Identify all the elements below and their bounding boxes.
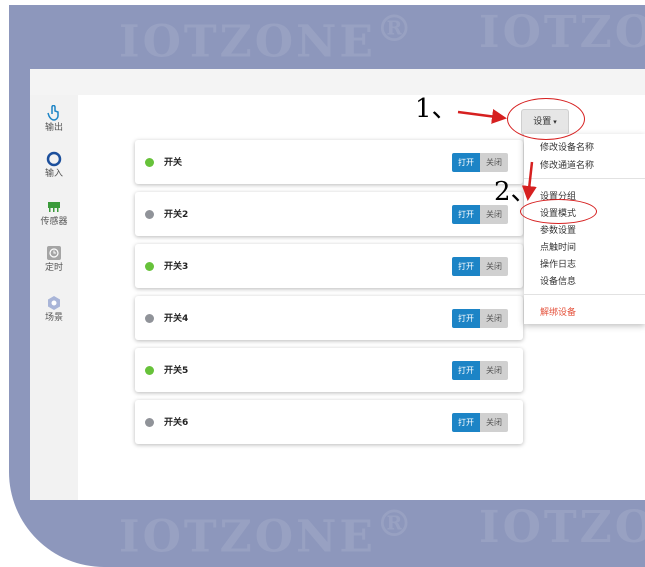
menu-item-unbind-device[interactable]: 解绑设备 — [540, 305, 576, 318]
menu-item-touch-time[interactable]: 点触时间 — [540, 240, 576, 253]
sensor-chip-icon — [30, 199, 78, 217]
switch-row: 开关2 打开 关闭 — [135, 192, 523, 236]
open-button[interactable]: 打开 — [452, 257, 480, 276]
menu-item-rename-device[interactable]: 修改设备名称 — [540, 140, 594, 153]
status-dot-on — [145, 366, 154, 375]
pointer-hand-icon — [30, 104, 78, 123]
open-button[interactable]: 打开 — [452, 205, 480, 224]
app-top-bar — [30, 69, 645, 95]
status-dot-off — [145, 314, 154, 323]
menu-divider — [524, 178, 645, 179]
sidebar: 输出 输入 传感器 定时 场景 — [30, 95, 78, 500]
watermark-top-right: IOTZONE — [479, 7, 645, 58]
switch-label: 开关6 — [164, 418, 189, 428]
open-button[interactable]: 打开 — [452, 153, 480, 172]
switch-label: 开关5 — [164, 366, 189, 376]
watermark-top: IOTZONE® — [119, 7, 416, 68]
status-dot-off — [145, 418, 154, 427]
circle-input-icon — [30, 151, 78, 169]
sidebar-item-scene[interactable]: 场景 — [30, 295, 78, 324]
switch-label: 开关4 — [164, 314, 189, 324]
switch-label: 开关 — [164, 158, 183, 168]
switch-row: 开关3 打开 关闭 — [135, 244, 523, 288]
open-button[interactable]: 打开 — [452, 413, 480, 432]
switch-row: 开关4 打开 关闭 — [135, 296, 523, 340]
close-button[interactable]: 关闭 — [480, 309, 508, 328]
sidebar-item-sensor[interactable]: 传感器 — [30, 199, 78, 228]
open-button[interactable]: 打开 — [452, 309, 480, 328]
step-1-label: 1、 — [415, 94, 458, 124]
status-dot-on — [145, 262, 154, 271]
open-button[interactable]: 打开 — [452, 361, 480, 380]
menu-item-operation-log[interactable]: 操作日志 — [540, 257, 576, 270]
switch-row: 开关6 打开 关闭 — [135, 400, 523, 444]
switch-label: 开关2 — [164, 210, 189, 220]
close-button[interactable]: 关闭 — [480, 361, 508, 380]
sidebar-item-timer[interactable]: 定时 — [30, 245, 78, 274]
settings-menu: 修改设备名称 修改通道名称 设置分组 设置模式 参数设置 点触时间 操作日志 设… — [524, 134, 645, 324]
watermark-bottom-right: IOTZONE — [479, 502, 645, 553]
status-dot-on — [145, 158, 154, 167]
step-2-label: 2、 — [494, 177, 537, 207]
scene-hexagon-icon — [30, 295, 78, 313]
sidebar-item-label: 传感器 — [40, 217, 68, 227]
switch-label: 开关3 — [164, 262, 189, 272]
close-button[interactable]: 关闭 — [480, 413, 508, 432]
close-button[interactable]: 关闭 — [480, 257, 508, 276]
sidebar-item-label: 场景 — [44, 313, 63, 323]
close-button[interactable]: 关闭 — [480, 153, 508, 172]
timer-icon — [30, 245, 78, 263]
watermark-bottom: IOTZONE® — [119, 502, 416, 563]
sidebar-item-label: 定时 — [44, 263, 63, 273]
sidebar-item-label: 输入 — [44, 169, 63, 179]
menu-item-parameter-settings[interactable]: 参数设置 — [540, 223, 576, 236]
switch-row: 开关5 打开 关闭 — [135, 348, 523, 392]
menu-item-rename-channel[interactable]: 修改通道名称 — [540, 158, 594, 171]
status-dot-off — [145, 210, 154, 219]
sidebar-item-label: 输出 — [44, 123, 63, 133]
sidebar-item-input[interactable]: 输入 — [30, 151, 78, 180]
sidebar-item-output[interactable]: 输出 — [30, 104, 78, 134]
menu-item-device-info[interactable]: 设备信息 — [540, 274, 576, 287]
highlight-ring-settings — [507, 98, 585, 140]
menu-divider — [524, 294, 645, 295]
switch-row: 开关 打开 关闭 — [135, 140, 523, 184]
